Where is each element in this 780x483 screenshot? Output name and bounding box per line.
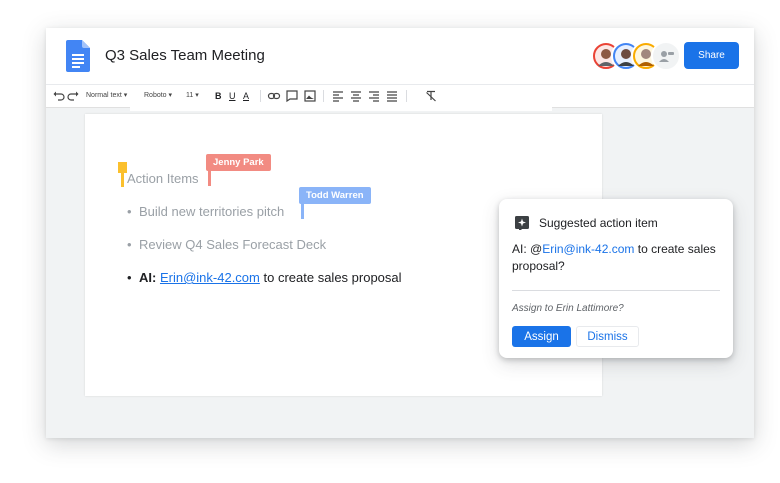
ai-list-item[interactable]: • AI: Erin@ink-42.com to create sales pro…: [127, 270, 402, 285]
clear-formatting-icon[interactable]: [423, 88, 439, 104]
dismiss-button[interactable]: Dismiss: [576, 326, 639, 347]
action-items-heading[interactable]: Action Items: [127, 171, 199, 186]
assignee-link[interactable]: Erin@ink-42.com: [160, 270, 260, 285]
font-family-value: Roboto: [144, 92, 167, 99]
todd-cursor-label: Todd Warren: [299, 187, 371, 204]
toolbar-divider: [260, 90, 261, 102]
paragraph-style-value: Normal text: [86, 92, 122, 99]
toolbar-divider: [406, 90, 407, 102]
align-justify-icon[interactable]: [384, 88, 400, 104]
todd-cursor-caret: [301, 203, 304, 219]
share-button[interactable]: Share: [684, 42, 739, 69]
document-title[interactable]: Q3 Sales Team Meeting: [105, 47, 265, 64]
list-item-text: Build new territories pitch: [139, 204, 285, 219]
font-family-select[interactable]: Roboto ▾: [144, 85, 172, 107]
bullet: •: [127, 204, 132, 219]
jenny-cursor-caret: [208, 171, 211, 186]
underline-button[interactable]: U: [229, 85, 236, 107]
align-center-icon[interactable]: [348, 88, 364, 104]
align-right-icon[interactable]: [366, 88, 382, 104]
card-title: Suggested action item: [539, 216, 658, 230]
card-body-prefix: AI: @: [512, 242, 543, 256]
font-size-value: 11: [186, 92, 194, 99]
assign-button[interactable]: Assign: [512, 326, 571, 347]
image-icon[interactable]: [302, 88, 318, 104]
formatting-toolbar: Normal text ▾ Roboto ▾ 11 ▾ B U A: [46, 84, 754, 108]
sparkle-note-icon: [515, 216, 529, 230]
bold-button[interactable]: B: [215, 85, 222, 107]
align-left-icon[interactable]: [330, 88, 346, 104]
chevron-down-icon: ▾: [195, 92, 199, 99]
list-item[interactable]: • Review Q4 Sales Forecast Deck: [127, 237, 326, 252]
font-size-select[interactable]: 11 ▾: [186, 85, 199, 107]
chevron-down-icon: ▾: [123, 92, 128, 99]
google-docs-icon[interactable]: [66, 40, 90, 72]
toolbar-divider: [323, 90, 324, 102]
card-body: AI: @Erin@ink-42.com to create sales pro…: [512, 241, 724, 275]
chevron-down-icon: ▾: [168, 92, 173, 99]
paragraph-style-select[interactable]: Normal text ▾: [86, 85, 127, 107]
assign-question: Assign to Erin Lattimore?: [512, 303, 624, 314]
ai-item-text: to create sales proposal: [263, 270, 402, 285]
add-person-icon: [659, 51, 674, 62]
link-icon[interactable]: [266, 88, 282, 104]
bullet: •: [127, 237, 132, 252]
suggested-action-card: Suggested action item AI: @Erin@ink-42.c…: [499, 199, 733, 358]
ruler[interactable]: [130, 107, 552, 111]
title-bar: Q3 Sales Team Meeting Share: [46, 28, 754, 84]
add-people-avatar[interactable]: [651, 41, 681, 71]
jenny-cursor-label: Jenny Park: [206, 154, 271, 171]
bullet: •: [127, 270, 132, 285]
card-divider: [512, 290, 720, 291]
ai-label: AI:: [139, 270, 157, 285]
redo-icon[interactable]: [65, 88, 81, 104]
text-color-button[interactable]: A: [243, 85, 249, 107]
own-cursor-caret: [121, 171, 124, 187]
list-item-text: Review Q4 Sales Forecast Deck: [139, 237, 327, 252]
comment-icon[interactable]: [284, 88, 300, 104]
card-assignee-link[interactable]: Erin@ink-42.com: [542, 242, 634, 256]
list-item[interactable]: • Build new territories pitch: [127, 204, 284, 219]
